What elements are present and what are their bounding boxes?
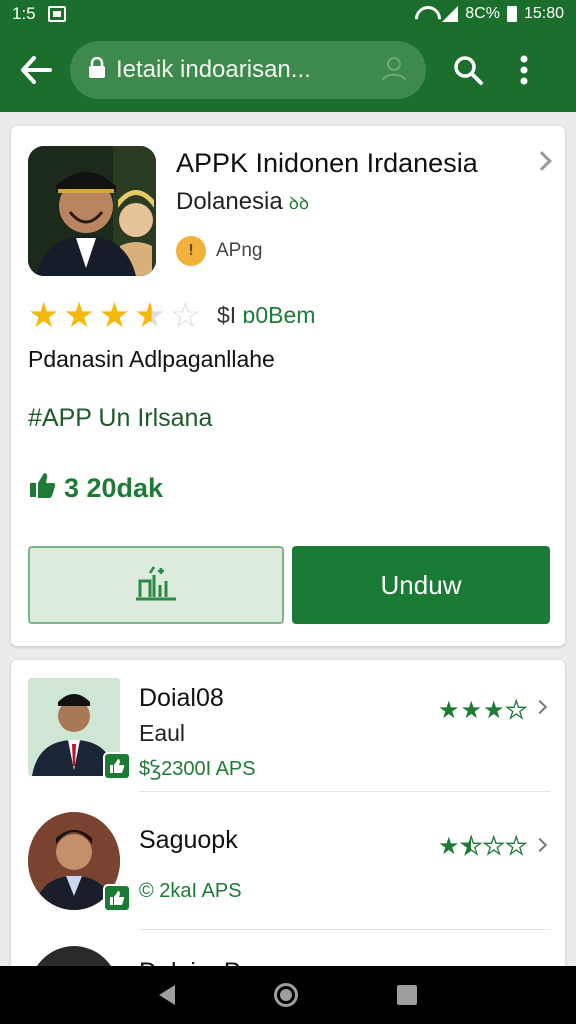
star-icon: ★: [63, 296, 95, 335]
list-item-rating: ★ ★ ★ ★: [437, 832, 528, 861]
list-item-rating: ★ ★ ★ ★: [437, 696, 528, 725]
star-icon: ★: [460, 697, 482, 724]
like-badge-icon: [103, 752, 131, 780]
app-detail-card: APPK Inidonen Irdanesia Dolanesia ꝺꝺ ! A…: [11, 126, 565, 646]
search-field[interactable]: Ietaik indoarisan...: [70, 41, 426, 99]
chevron-right-icon[interactable]: [532, 837, 548, 853]
back-arrow-icon[interactable]: [14, 48, 58, 92]
list-item-price: $Ꝣ2300I APS: [139, 758, 256, 780]
signal-icon: [442, 6, 459, 22]
price-value: ɒ0Bem: [242, 302, 316, 328]
app-tagline: Pdanasin Adlpaganllahe: [28, 346, 275, 372]
search-text: Ietaik indoarisan...: [116, 56, 311, 83]
bookmark-add-icon: [132, 563, 180, 608]
notification-icon: [47, 6, 66, 22]
battery-icon: [506, 6, 517, 22]
star-empty-icon: ★: [482, 832, 505, 860]
list-item-price: © 2kaI APS: [139, 880, 242, 902]
status-bar: 1:5 8С% 15:80: [0, 0, 576, 28]
developer-row[interactable]: Dolanesia ꝺꝺ: [176, 188, 309, 216]
price-label: $I ɒ0Bem: [217, 302, 315, 329]
more-vert-icon[interactable]: [502, 48, 546, 92]
list-item-title: Saguopk: [139, 826, 238, 854]
system-nav-bar: [0, 966, 576, 1024]
wifi-icon: [415, 6, 435, 22]
nav-home-icon[interactable]: [273, 983, 298, 1007]
star-icon: ★: [437, 697, 460, 724]
developer-name: Dolanesia: [176, 188, 283, 215]
downloads-count: 3 20dak: [28, 472, 163, 505]
nav-recents-icon[interactable]: [396, 985, 417, 1005]
star-half-icon: ★: [134, 296, 166, 335]
like-badge-icon: [103, 884, 131, 912]
star-icon: ★: [437, 833, 460, 860]
rating-row: ★ ★ ★ ★ ☆ $I ɒ0Bem: [28, 298, 315, 333]
star-empty-icon: ★: [505, 832, 528, 860]
app-toolbar: Ietaik indoarisan...: [0, 28, 576, 112]
search-icon[interactable]: [446, 48, 490, 92]
medal-icon: !: [176, 236, 206, 266]
list-item[interactable]: Saguopk © 2kaI APS ★ ★ ★ ★: [11, 798, 565, 930]
app-hashtag[interactable]: #APP Un Irlsana: [28, 404, 212, 433]
wishlist-button[interactable]: [28, 546, 284, 624]
related-apps-card: Doial08 Eaul $Ꝣ2300I APS ★ ★ ★ ★ Saguopk…: [11, 660, 565, 980]
chevron-right-icon[interactable]: [532, 151, 552, 171]
status-time: 1:5: [12, 4, 36, 23]
list-item-subtitle: Eaul: [139, 720, 186, 746]
star-icon: ★: [482, 697, 505, 724]
star-empty-icon: ★: [505, 696, 528, 724]
app-icon[interactable]: [28, 146, 156, 276]
nav-back-icon[interactable]: [159, 985, 176, 1005]
list-item-title: Doial08: [139, 684, 224, 712]
list-item[interactable]: Doial08 Eaul $Ꝣ2300I APS ★ ★ ★ ★: [11, 660, 565, 792]
verified-icon: ꝺꝺ: [288, 193, 310, 213]
download-button[interactable]: Unduw: [292, 546, 550, 624]
divider: [139, 929, 550, 930]
profile-icon[interactable]: [380, 54, 408, 87]
star-empty-icon: ☆: [169, 296, 201, 335]
thumbs-up-icon: [28, 472, 56, 505]
battery-percent: 8С%: [465, 5, 500, 22]
star-icon: ★: [98, 296, 131, 335]
editor-badge: ! APng: [176, 236, 262, 266]
divider: [139, 791, 550, 792]
star-half-icon: ★: [460, 832, 483, 860]
star-icon: ★: [28, 296, 60, 335]
downloads-value: 3 20dak: [64, 473, 164, 503]
price-prefix: $I: [216, 302, 237, 328]
chevron-right-icon[interactable]: [532, 699, 548, 715]
app-title: APPK Inidonen Irdanesia: [176, 148, 478, 178]
lock-icon: [88, 56, 106, 84]
badge-label: APng: [216, 240, 263, 261]
status-clock: 15:80: [523, 5, 564, 22]
